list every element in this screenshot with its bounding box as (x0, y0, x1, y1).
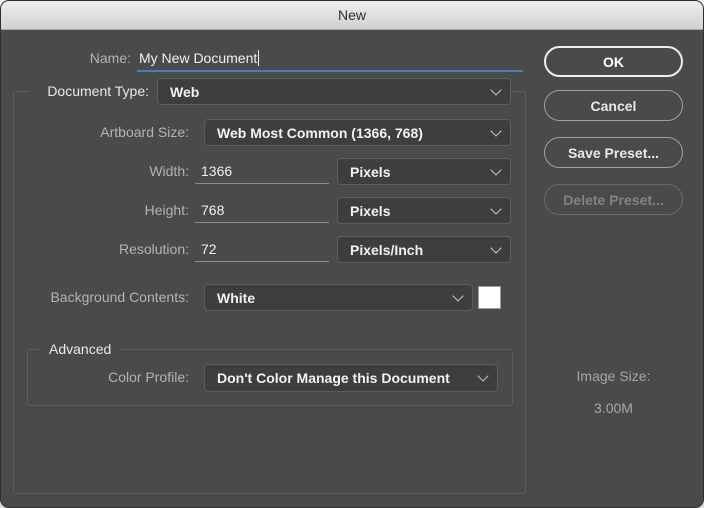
image-size-value: 3.00M (544, 400, 683, 416)
save-preset-button[interactable]: Save Preset... (544, 137, 683, 168)
name-input-underline (137, 70, 523, 72)
width-label: Width: (21, 158, 189, 185)
chevron-down-icon (492, 127, 500, 135)
document-type-value: Web (170, 84, 199, 100)
chevron-down-icon (479, 372, 487, 380)
advanced-legend: Advanced (42, 340, 118, 359)
new-document-dialog: New Name: My New Document Document Type:… (1, 1, 703, 507)
resolution-label: Resolution: (21, 236, 189, 263)
background-contents-value: White (217, 290, 255, 306)
name-input[interactable]: My New Document (139, 44, 259, 72)
width-unit-value: Pixels (350, 164, 390, 180)
ok-button[interactable]: OK (544, 46, 683, 77)
color-profile-select[interactable]: Don't Color Manage this Document (204, 364, 498, 392)
text-caret (258, 50, 259, 66)
delete-preset-button: Delete Preset... (544, 184, 683, 215)
color-profile-label: Color Profile: (21, 364, 189, 391)
background-contents-label: Background Contents: (21, 284, 189, 311)
height-input[interactable]: 768 (195, 197, 329, 223)
chevron-down-icon (492, 244, 500, 252)
background-contents-select[interactable]: White (204, 284, 473, 311)
name-label: Name: (21, 44, 131, 72)
background-color-swatch[interactable] (478, 286, 501, 309)
artboard-size-value: Web Most Common (1366, 768) (217, 125, 423, 141)
image-size-label: Image Size: (544, 368, 683, 384)
chevron-down-icon (492, 166, 500, 174)
titlebar[interactable]: New (1, 1, 703, 30)
height-unit-select[interactable]: Pixels (337, 197, 511, 224)
width-unit-select[interactable]: Pixels (337, 158, 511, 185)
resolution-input[interactable]: 72 (195, 236, 329, 262)
resolution-unit-value: Pixels/Inch (350, 242, 423, 258)
chevron-down-icon (492, 86, 500, 94)
dialog-title: New (338, 7, 366, 23)
resolution-unit-select[interactable]: Pixels/Inch (337, 236, 511, 263)
artboard-size-label: Artboard Size: (21, 119, 189, 146)
document-type-label: Document Type: (29, 78, 157, 105)
dialog-body: Name: My New Document Document Type: Web… (1, 30, 703, 507)
name-input-value: My New Document (139, 50, 257, 66)
height-unit-value: Pixels (350, 203, 390, 219)
chevron-down-icon (492, 205, 500, 213)
cancel-button[interactable]: Cancel (544, 90, 683, 121)
color-profile-value: Don't Color Manage this Document (217, 370, 450, 386)
document-type-select[interactable]: Web (157, 78, 511, 105)
artboard-size-select[interactable]: Web Most Common (1366, 768) (204, 119, 511, 146)
width-input[interactable]: 1366 (195, 158, 329, 184)
height-label: Height: (21, 197, 189, 224)
chevron-down-icon (454, 292, 462, 300)
